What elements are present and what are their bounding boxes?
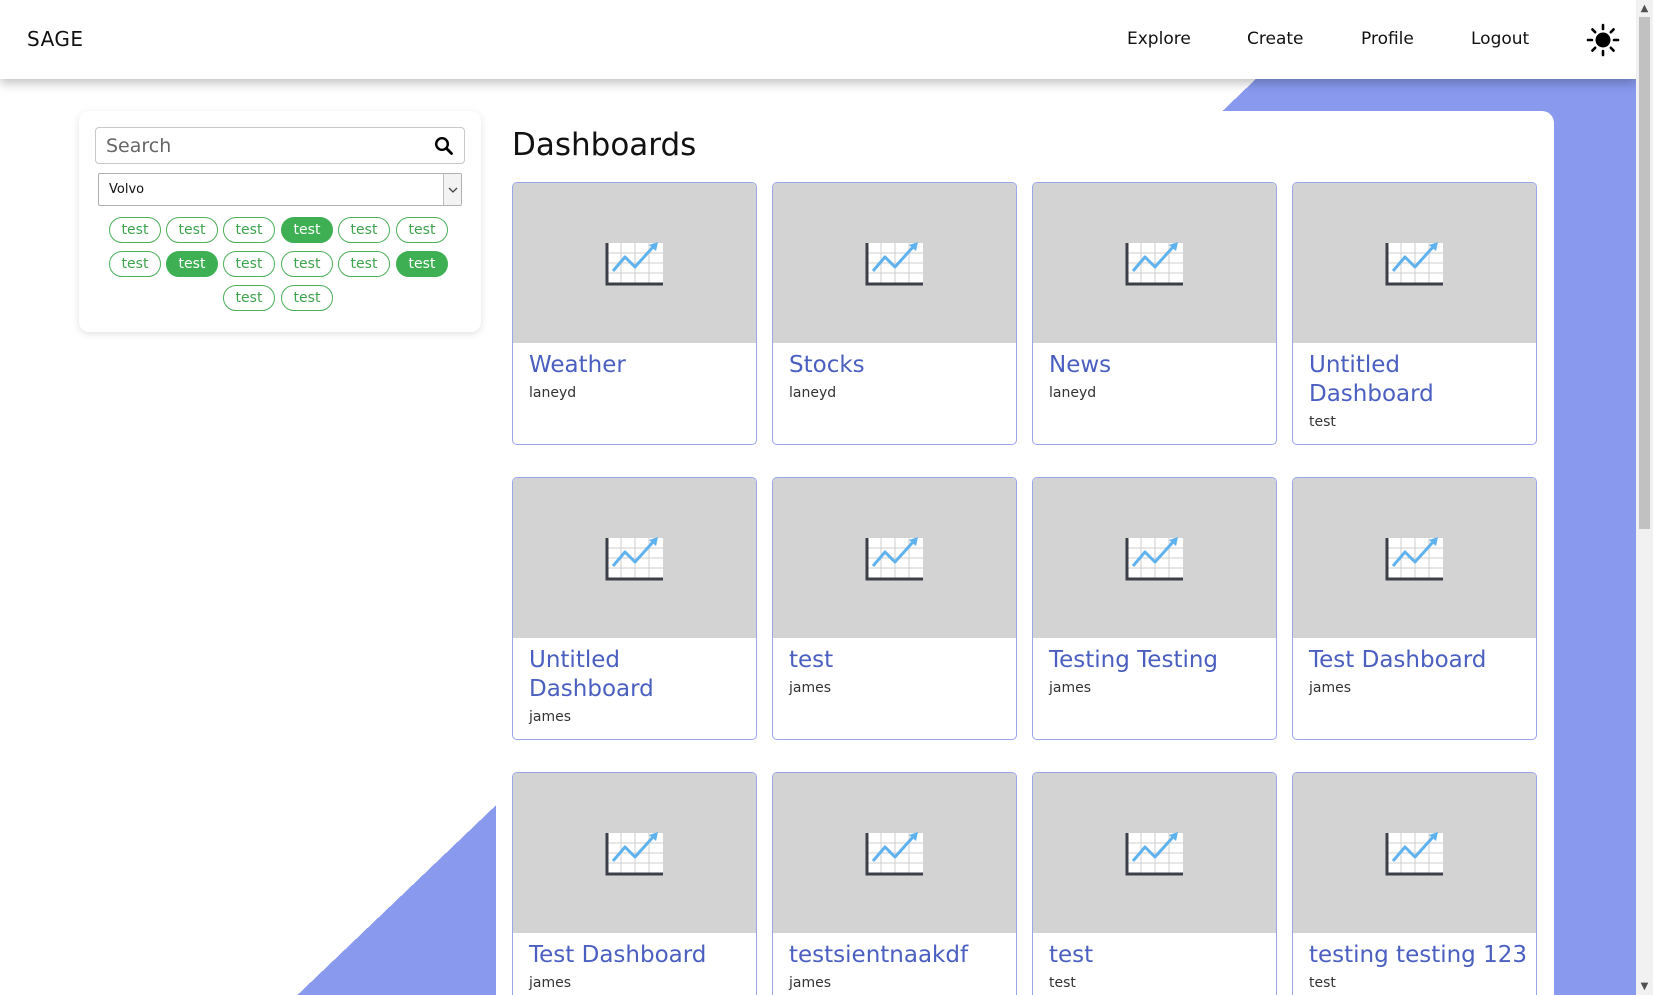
line-chart-icon [863, 831, 925, 877]
card-title: testsientnaakdf [789, 942, 969, 968]
dashboard-card[interactable]: Untitled Dashboard james [512, 477, 757, 740]
dashboard-card[interactable]: Testing Testing james [1032, 477, 1277, 740]
line-chart-icon [863, 241, 925, 287]
line-chart-icon [863, 536, 925, 582]
tag-pill[interactable]: test [109, 217, 161, 243]
top-navbar: SAGE Explore Create Profile Logout [0, 0, 1636, 79]
page-scrollbar[interactable]: ▲ ▼ [1636, 0, 1653, 995]
scroll-up-icon[interactable]: ▲ [1636, 0, 1653, 17]
card-title: test [789, 647, 834, 673]
tag-pill[interactable]: test [338, 217, 390, 243]
tag-pill[interactable]: test [223, 217, 275, 243]
card-author: james [789, 975, 832, 991]
card-title: Stocks [789, 352, 865, 378]
nav-create[interactable]: Create [1247, 29, 1304, 49]
card-author: laneyd [1049, 385, 1097, 401]
tag-pill-active[interactable]: test [166, 251, 218, 277]
sun-icon[interactable] [1585, 22, 1621, 58]
card-thumbnail [773, 773, 1016, 933]
tag-pill[interactable]: test [281, 285, 333, 311]
line-chart-icon [1123, 536, 1185, 582]
card-thumbnail [1293, 773, 1536, 933]
card-author: james [1309, 680, 1352, 696]
card-author: laneyd [529, 385, 577, 401]
card-title: test [1049, 942, 1094, 968]
line-chart-icon [1383, 241, 1445, 287]
card-title: Untitled Dashboard [1309, 352, 1434, 407]
dashboards-panel: Dashboards Weather laneyd Stocks laneyd … [496, 111, 1554, 995]
line-chart-icon [603, 831, 665, 877]
page-title: Dashboards [512, 127, 697, 163]
card-thumbnail [513, 183, 756, 343]
nav-profile[interactable]: Profile [1361, 29, 1414, 49]
line-chart-icon [1383, 536, 1445, 582]
scroll-down-icon[interactable]: ▼ [1636, 978, 1653, 995]
tag-pill[interactable]: test [223, 251, 275, 277]
card-thumbnail [1293, 183, 1536, 343]
card-author: james [529, 975, 572, 991]
dashboard-card[interactable]: test test [1032, 772, 1277, 995]
line-chart-icon [603, 536, 665, 582]
line-chart-icon [1123, 831, 1185, 877]
nav-logout[interactable]: Logout [1471, 29, 1529, 49]
line-chart-icon [603, 241, 665, 287]
dashboard-card[interactable]: Test Dashboard james [1292, 477, 1537, 740]
dashboard-card[interactable]: News laneyd [1032, 182, 1277, 445]
dashboard-card[interactable]: test james [772, 477, 1017, 740]
tag-pill[interactable]: test [223, 285, 275, 311]
card-thumbnail [773, 183, 1016, 343]
brand-logo[interactable]: SAGE [27, 27, 84, 51]
dashboard-card[interactable]: Untitled Dashboard test [1292, 182, 1537, 445]
search-icon[interactable] [434, 136, 454, 156]
card-thumbnail [1033, 478, 1276, 638]
card-thumbnail [1033, 773, 1276, 933]
dashboard-card[interactable]: testsientnaakdf james [772, 772, 1017, 995]
chevron-down-icon[interactable] [443, 174, 461, 205]
card-author: test [1049, 975, 1076, 991]
filter-sidebar: Volvo test test test test test test test… [79, 111, 481, 332]
tag-pill[interactable]: test [338, 251, 390, 277]
card-author: test [1309, 975, 1336, 991]
card-thumbnail [1293, 478, 1536, 638]
search-box [95, 127, 465, 164]
card-thumbnail [513, 478, 756, 638]
card-title: Weather [529, 352, 626, 378]
tag-pill-active[interactable]: test [281, 217, 333, 243]
card-author: test [1309, 414, 1336, 430]
tag-pill[interactable]: test [109, 251, 161, 277]
tag-pill[interactable]: test [396, 217, 448, 243]
search-input[interactable] [96, 128, 426, 163]
line-chart-icon [1383, 831, 1445, 877]
card-title: Test Dashboard [529, 942, 707, 968]
tag-pill[interactable]: test [281, 251, 333, 277]
dashboard-card[interactable]: testing testing 123 test [1292, 772, 1537, 995]
card-author: james [529, 709, 572, 725]
card-thumbnail [513, 773, 756, 933]
nav-explore[interactable]: Explore [1127, 29, 1191, 49]
dashboard-card[interactable]: Test Dashboard james [512, 772, 757, 995]
line-chart-icon [1123, 241, 1185, 287]
dashboard-card[interactable]: Weather laneyd [512, 182, 757, 445]
card-author: james [789, 680, 832, 696]
card-author: laneyd [789, 385, 837, 401]
card-thumbnail [773, 478, 1016, 638]
card-title: Test Dashboard [1309, 647, 1487, 673]
select-value: Volvo [109, 182, 145, 197]
scroll-thumb[interactable] [1639, 17, 1650, 529]
category-select[interactable]: Volvo [98, 173, 462, 206]
tag-pill[interactable]: test [166, 217, 218, 243]
card-author: james [1049, 680, 1092, 696]
card-title: News [1049, 352, 1112, 378]
dashboard-card[interactable]: Stocks laneyd [772, 182, 1017, 445]
card-title: Untitled Dashboard [529, 647, 654, 702]
card-title: testing testing 123 [1309, 942, 1527, 968]
tag-pill-active[interactable]: test [396, 251, 448, 277]
card-title: Testing Testing [1049, 647, 1219, 673]
card-thumbnail [1033, 183, 1276, 343]
